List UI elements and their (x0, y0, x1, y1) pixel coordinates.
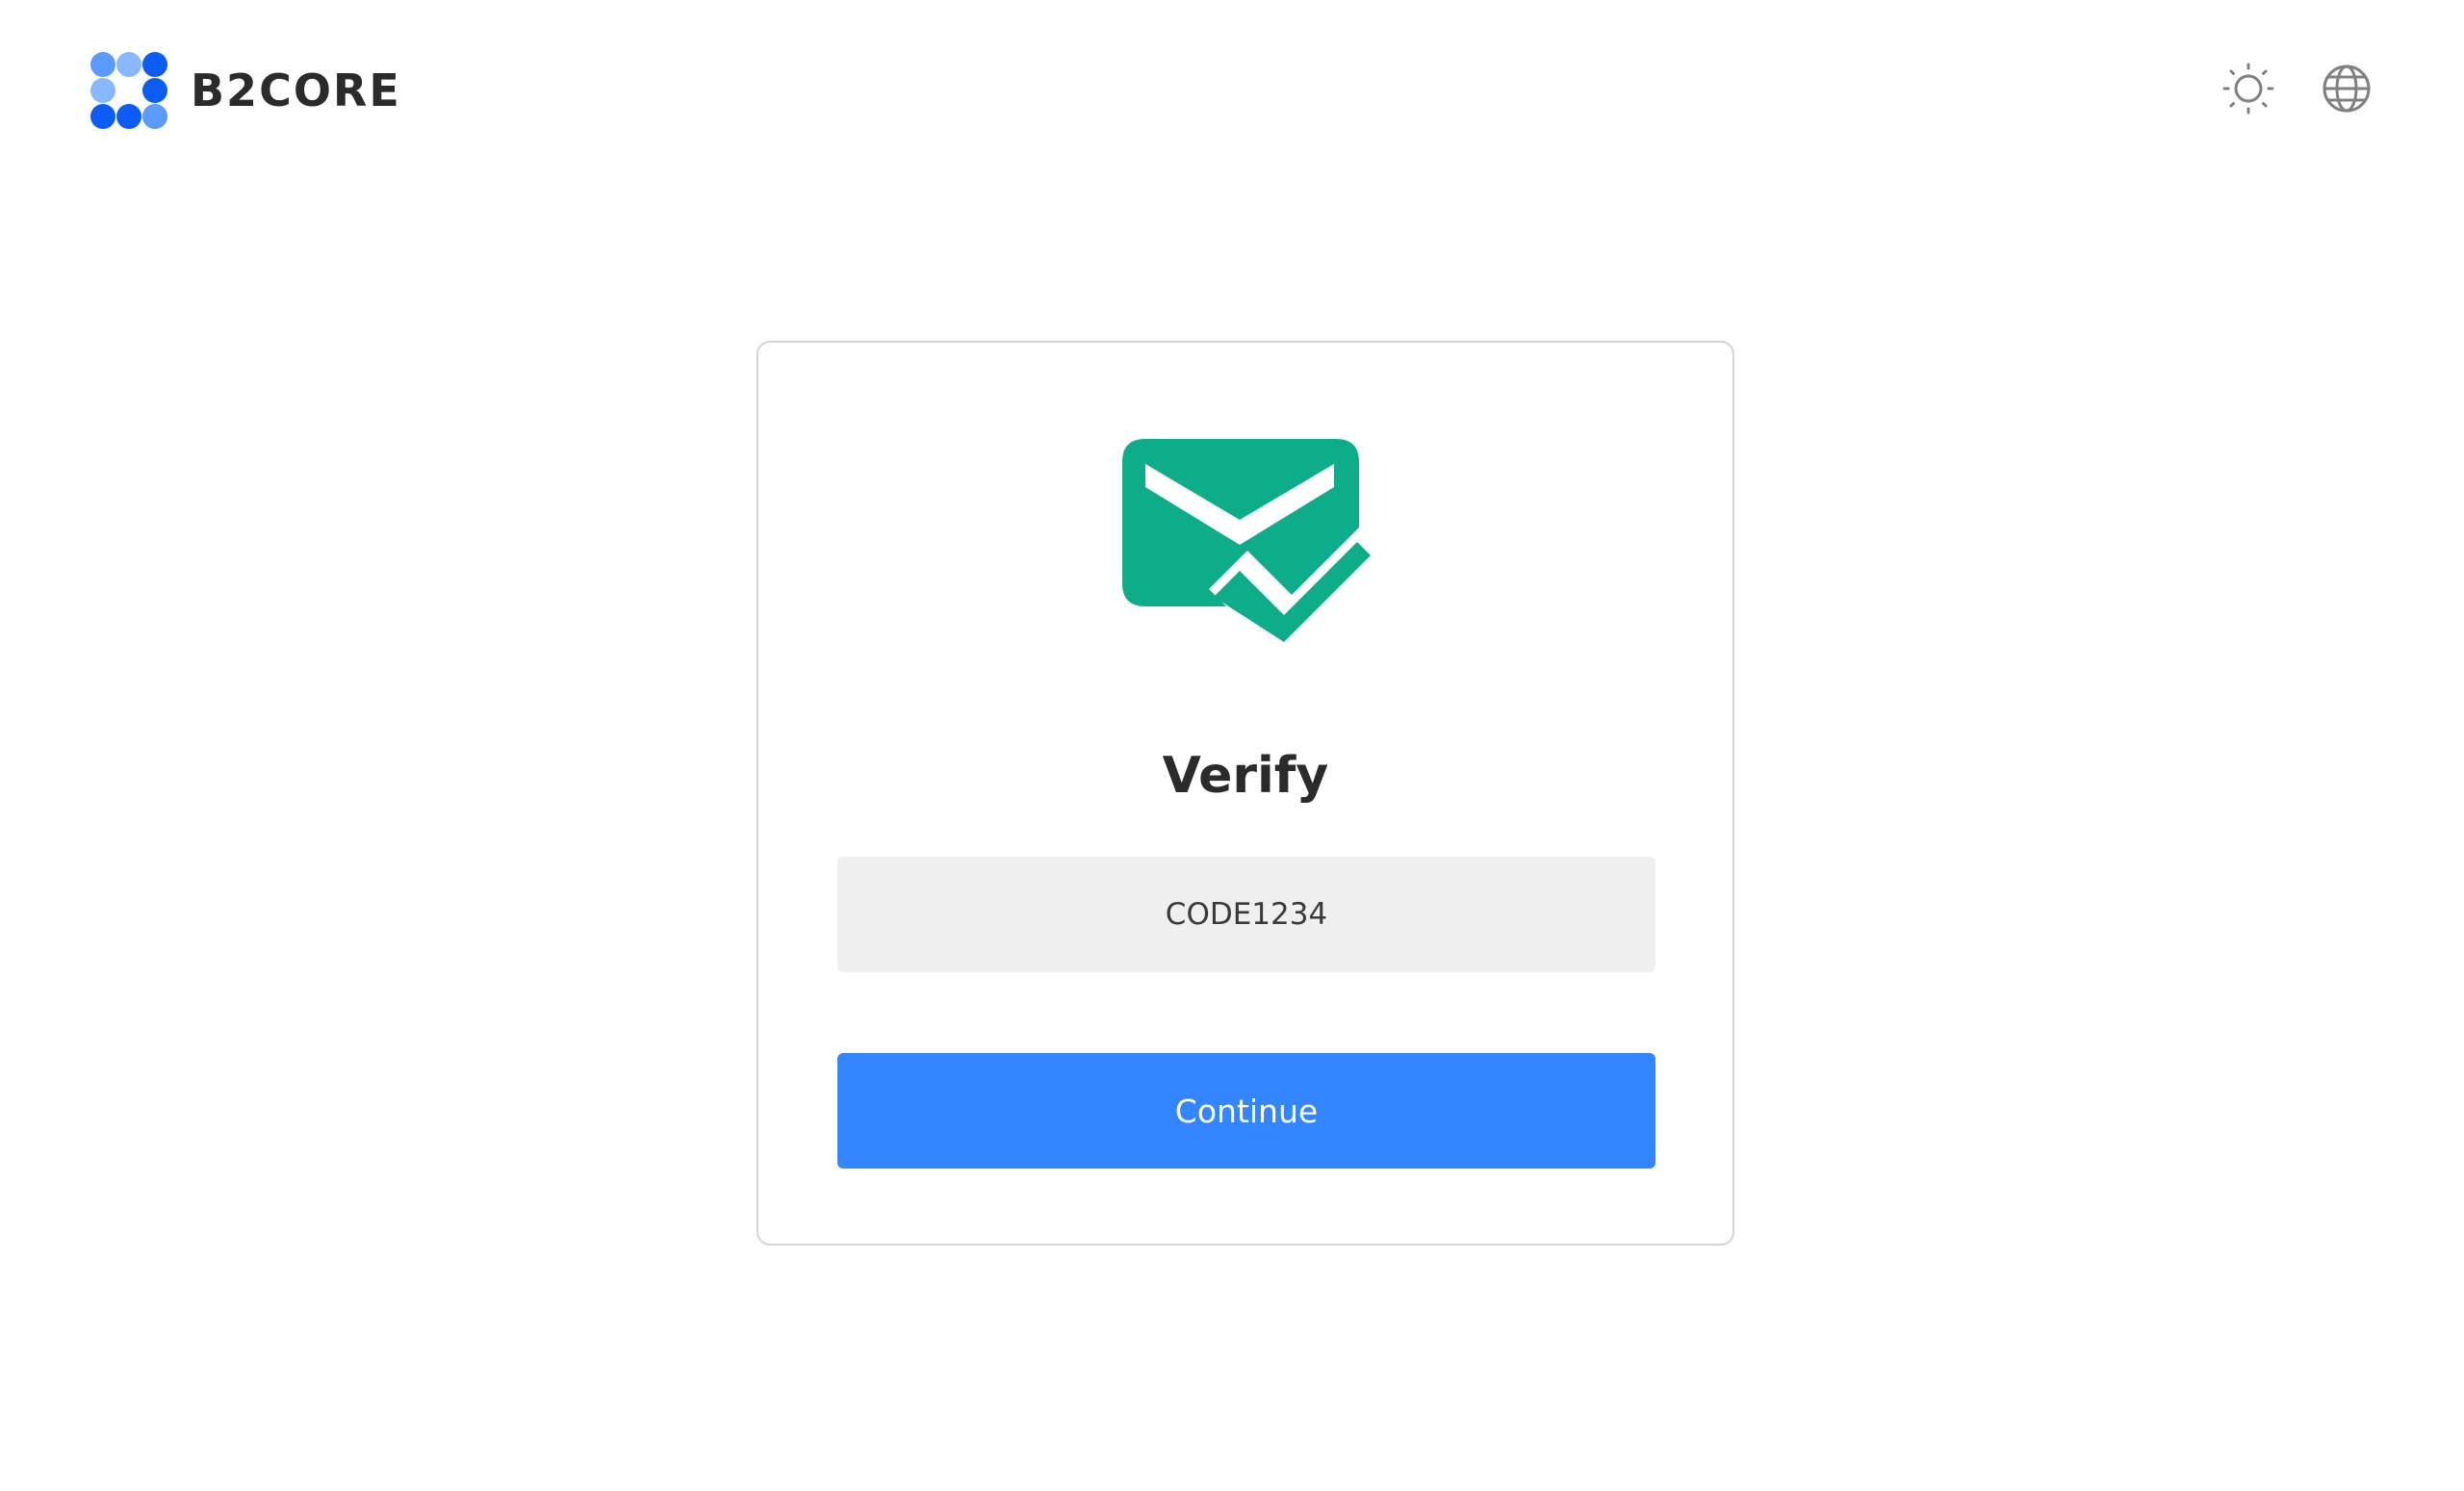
logo-mark-icon (90, 52, 167, 129)
globe-icon (2323, 64, 2371, 113)
continue-button[interactable]: Continue (837, 1053, 1656, 1169)
verification-code-input[interactable] (837, 857, 1656, 972)
top-header: B2CORE (0, 0, 2464, 183)
header-actions (2221, 62, 2374, 116)
language-button[interactable] (2320, 62, 2374, 116)
brand-name: B2CORE (191, 64, 401, 116)
brand-logo[interactable]: B2CORE (90, 52, 401, 129)
theme-toggle-button[interactable] (2221, 62, 2275, 116)
mail-check-icon (1122, 439, 1371, 642)
page-title: Verify (1162, 747, 1329, 805)
sun-icon (2222, 63, 2274, 115)
verify-card: Verify Continue (757, 341, 1734, 1246)
